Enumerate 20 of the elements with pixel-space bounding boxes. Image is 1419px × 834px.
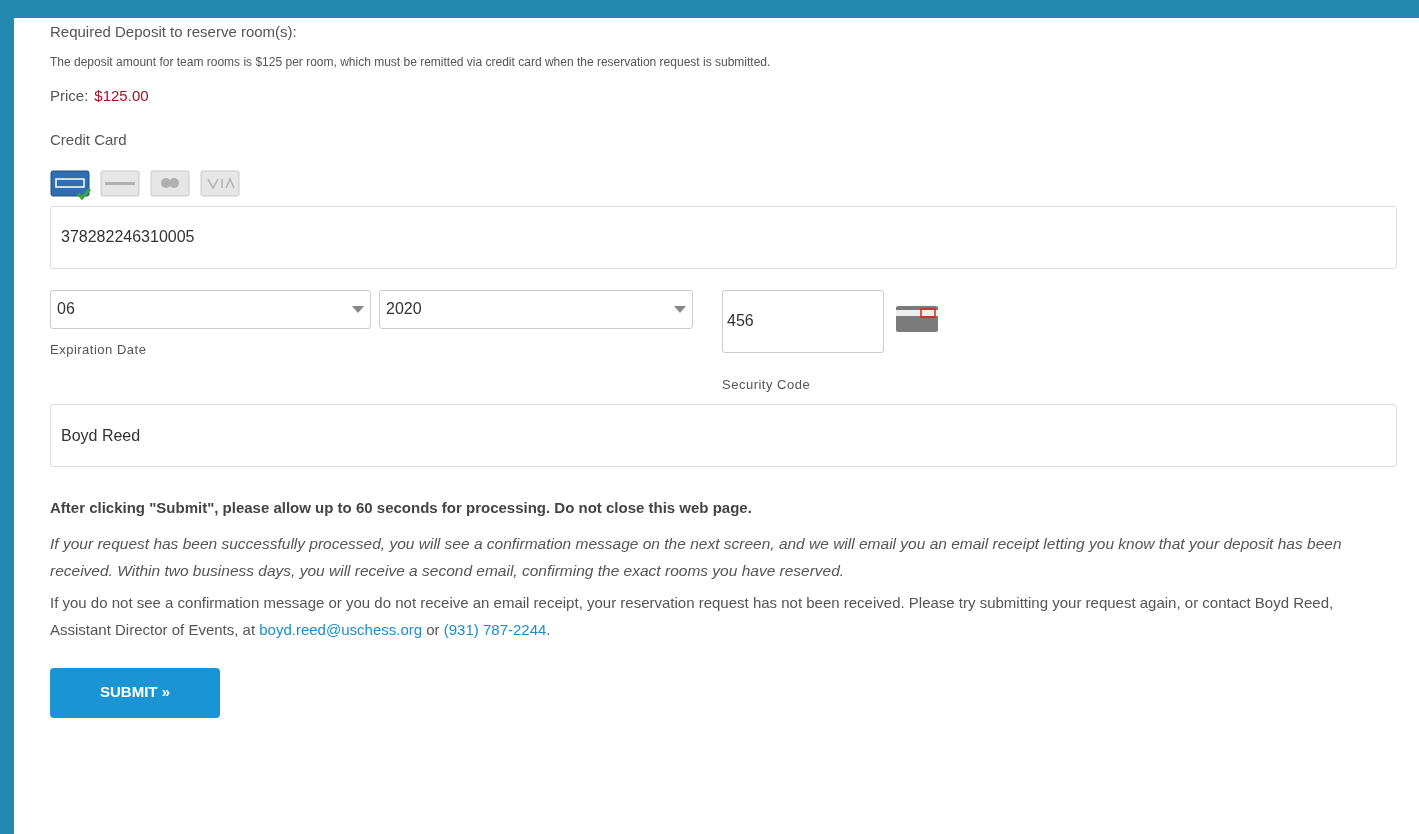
contact-paragraph: If you do not see a confirmation message or you do not receive an email receipt, your reservation request has not been received. Please try submitting your request again, or contact Boyd Reed, Assistant Director of Events, at boyd.reed@uschess.org or (931) 787-2244.: [50, 592, 1335, 640]
card-back-icon: [896, 305, 938, 332]
card-logo-icon[interactable]: [50, 169, 92, 200]
security-code-field[interactable]: 456: [722, 289, 884, 353]
card-number-field[interactable]: 378282246310005: [50, 205, 1397, 269]
credit-card-label: Credit Card: [50, 130, 128, 150]
caret-icon: [352, 305, 364, 313]
price-value: $125.00: [94, 85, 149, 106]
caret-icon: [674, 305, 686, 313]
email-link[interactable]: boyd.reed@uschess.org: [259, 620, 423, 638]
expiration-date-label: Expiration Date: [50, 340, 148, 359]
year-select[interactable]: 2020: [379, 289, 693, 329]
cardholder-name-field[interactable]: Boyd Reed: [50, 404, 1397, 467]
deposit-heading: Required Deposit to reserve room(s):: [50, 22, 298, 42]
confirmation-info: If your request has been successfully processed, you will see a confirmation message on the next screen, and we will email you an email receipt letting you know that your deposit has been received. Within two business days, you will receive a second email, confirming the exact rooms you have reserved.: [50, 533, 1343, 581]
price-label: Price:: [50, 85, 89, 106]
processing-notice: After clicking "Submit", please allow up to 60 seconds for processing. Do not close this web page.: [50, 498, 753, 518]
security-code-label: Security Code: [722, 375, 812, 394]
deposit-note: The deposit amount for team rooms is $125 per room, which must be remitted via credit card when the reservation request is submitted.: [50, 53, 772, 71]
month-select[interactable]: 06: [50, 289, 371, 329]
